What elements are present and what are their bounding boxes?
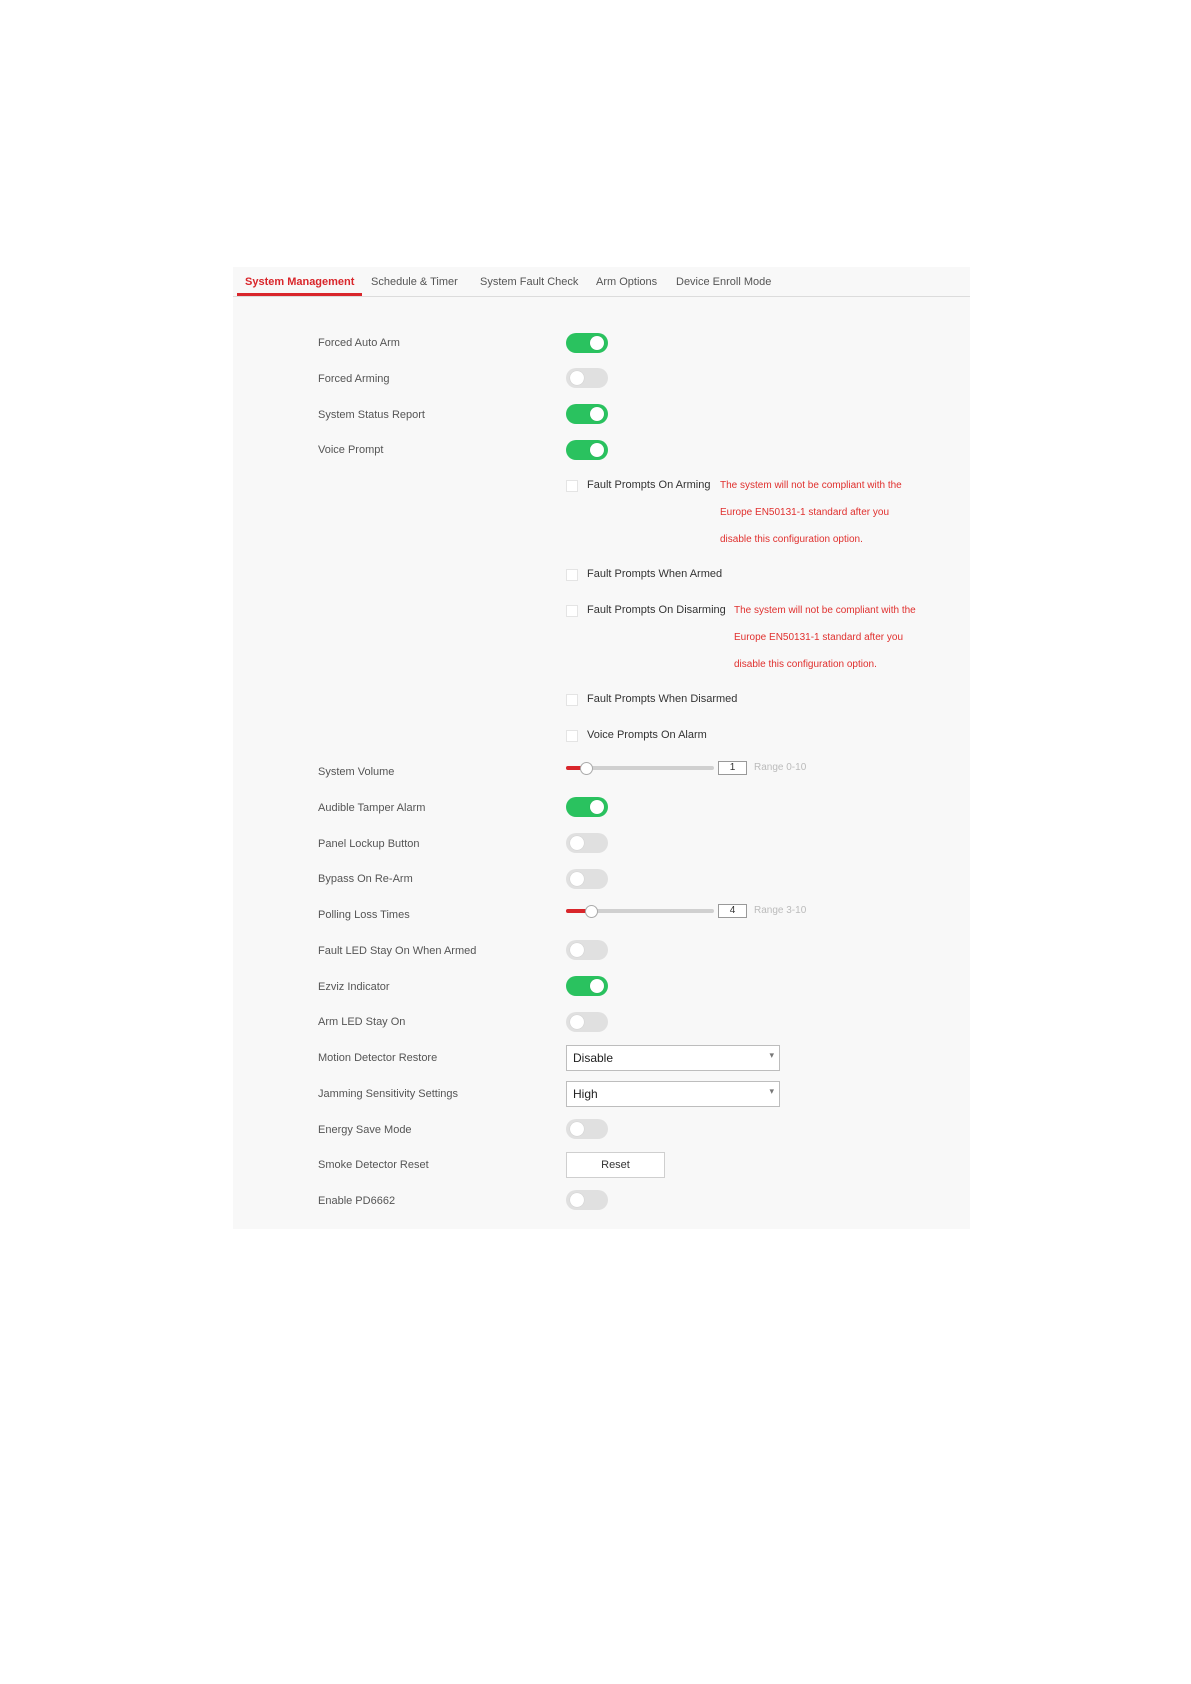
compliance-warning-line: Europe EN50131-1 standard after you xyxy=(734,632,903,643)
toggle-knob xyxy=(570,872,584,886)
toggle-knob xyxy=(590,407,604,421)
tab-arm-options[interactable]: Arm Options xyxy=(596,276,657,288)
forced-auto-arm-label: Forced Auto Arm xyxy=(318,337,400,349)
chevron-down-icon: ▾ xyxy=(769,1050,774,1060)
forced-auto-arm-toggle[interactable] xyxy=(566,333,608,353)
select-value: High xyxy=(573,1087,598,1101)
fault-prompts-on-disarming-label: Fault Prompts On Disarming xyxy=(587,604,726,616)
slider-thumb[interactable] xyxy=(580,762,593,775)
compliance-warning-line: Europe EN50131-1 standard after you xyxy=(720,507,889,518)
polling-loss-times-label: Polling Loss Times xyxy=(318,909,410,921)
voice-prompts-on-alarm-checkbox[interactable] xyxy=(566,730,578,742)
fault-led-stay-on-toggle[interactable] xyxy=(566,940,608,960)
bypass-on-rearm-toggle[interactable] xyxy=(566,869,608,889)
compliance-warning-line: The system will not be compliant with th… xyxy=(720,480,902,491)
voice-prompt-toggle[interactable] xyxy=(566,440,608,460)
voice-prompts-on-alarm-label: Voice Prompts On Alarm xyxy=(587,729,707,741)
ezviz-indicator-toggle[interactable] xyxy=(566,976,608,996)
audible-tamper-alarm-toggle[interactable] xyxy=(566,797,608,817)
fault-prompts-when-disarmed-checkbox[interactable] xyxy=(566,694,578,706)
motion-detector-restore-select[interactable]: Disable ▾ xyxy=(566,1045,780,1071)
compliance-warning-line: disable this configuration option. xyxy=(734,659,877,670)
system-volume-label: System Volume xyxy=(318,766,395,778)
fault-prompts-when-armed-label: Fault Prompts When Armed xyxy=(587,568,723,580)
ezviz-indicator-label: Ezviz Indicator xyxy=(318,981,390,993)
tab-system-management[interactable]: System Management xyxy=(245,276,354,288)
tab-system-fault-check[interactable]: System Fault Check xyxy=(480,276,578,288)
toggle-knob xyxy=(570,1122,584,1136)
fault-prompts-on-disarming-checkbox[interactable] xyxy=(566,605,578,617)
arm-led-stay-on-toggle[interactable] xyxy=(566,1012,608,1032)
smoke-detector-reset-label: Smoke Detector Reset xyxy=(318,1159,429,1171)
system-volume-value-input[interactable]: 1 xyxy=(718,761,747,775)
toggle-knob xyxy=(570,1193,584,1207)
toggle-knob xyxy=(590,800,604,814)
polling-loss-times-slider[interactable] xyxy=(566,904,714,918)
smoke-detector-reset-button[interactable]: Reset xyxy=(566,1152,665,1178)
jamming-sensitivity-select[interactable]: High ▾ xyxy=(566,1081,780,1107)
toggle-knob xyxy=(590,979,604,993)
tab-schedule-timer[interactable]: Schedule & Timer xyxy=(371,276,458,288)
bypass-on-rearm-label: Bypass On Re-Arm xyxy=(318,873,413,885)
toggle-knob xyxy=(590,336,604,350)
fault-prompts-when-armed-checkbox[interactable] xyxy=(566,569,578,581)
forced-arming-toggle[interactable] xyxy=(566,368,608,388)
fault-prompts-on-arming-checkbox[interactable] xyxy=(566,480,578,492)
system-status-report-toggle[interactable] xyxy=(566,404,608,424)
polling-loss-times-range: Range 3-10 xyxy=(754,905,807,916)
system-volume-slider[interactable] xyxy=(566,761,714,775)
chevron-down-icon: ▾ xyxy=(769,1086,774,1096)
jamming-sensitivity-label: Jamming Sensitivity Settings xyxy=(318,1088,458,1100)
fault-prompts-when-disarmed-label: Fault Prompts When Disarmed xyxy=(587,693,738,705)
voice-prompt-label: Voice Prompt xyxy=(318,444,384,456)
system-volume-range: Range 0-10 xyxy=(754,762,807,773)
toggle-knob xyxy=(590,443,604,457)
select-value: Disable xyxy=(573,1051,614,1065)
audible-tamper-alarm-label: Audible Tamper Alarm xyxy=(318,802,426,814)
energy-save-mode-label: Energy Save Mode xyxy=(318,1124,412,1136)
compliance-warning-line: disable this configuration option. xyxy=(720,534,863,545)
enable-pd6662-label: Enable PD6662 xyxy=(318,1195,396,1207)
motion-detector-restore-label: Motion Detector Restore xyxy=(318,1052,438,1064)
enable-pd6662-toggle[interactable] xyxy=(566,1190,608,1210)
toggle-knob xyxy=(570,943,584,957)
toggle-knob xyxy=(570,836,584,850)
slider-thumb[interactable] xyxy=(585,905,598,918)
active-tab-indicator xyxy=(237,293,362,296)
system-status-report-label: System Status Report xyxy=(318,409,425,421)
fault-led-stay-on-label: Fault LED Stay On When Armed xyxy=(318,945,477,957)
tab-device-enroll-mode[interactable]: Device Enroll Mode xyxy=(676,276,771,288)
toggle-knob xyxy=(570,371,584,385)
tab-bar: System Management Schedule & Timer Syste… xyxy=(233,267,970,297)
forced-arming-label: Forced Arming xyxy=(318,373,390,385)
panel-lockup-button-label: Panel Lockup Button xyxy=(318,838,420,850)
fault-prompts-on-arming-label: Fault Prompts On Arming xyxy=(587,479,711,491)
panel-lockup-button-toggle[interactable] xyxy=(566,833,608,853)
system-management-panel: System Management Schedule & Timer Syste… xyxy=(233,267,970,1229)
energy-save-mode-toggle[interactable] xyxy=(566,1119,608,1139)
polling-loss-times-value-input[interactable]: 4 xyxy=(718,904,747,918)
arm-led-stay-on-label: Arm LED Stay On xyxy=(318,1016,406,1028)
compliance-warning-line: The system will not be compliant with th… xyxy=(734,605,916,616)
toggle-knob xyxy=(570,1015,584,1029)
